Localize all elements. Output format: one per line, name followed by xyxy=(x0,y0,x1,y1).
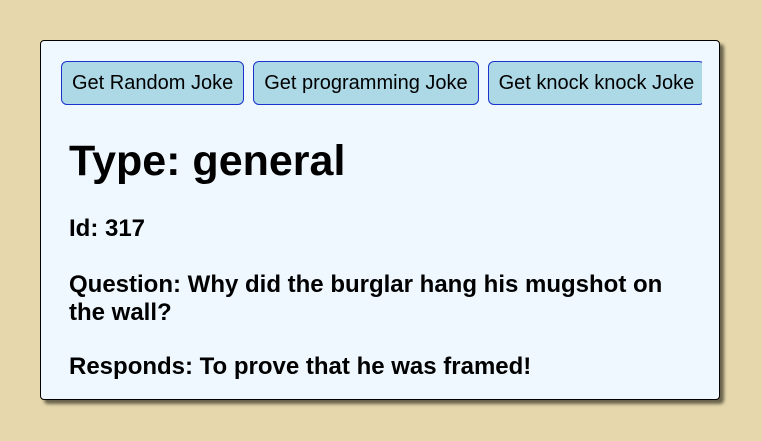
joke-response: Responds: To prove that he was framed! xyxy=(69,353,532,380)
get-programming-joke-button[interactable]: Get programming Joke xyxy=(253,61,479,105)
joke-id: Id: 317 xyxy=(69,215,146,242)
get-random-joke-button[interactable]: Get Random Joke xyxy=(61,61,245,105)
joke-question: Question: Why did the burglar hang his m… xyxy=(69,271,663,326)
joke-card: Get Random Joke Get programming Joke Get k… xyxy=(40,40,720,400)
get-knock-knock-joke-button[interactable]: Get knock knock Joke xyxy=(487,61,702,105)
button-row: Get Random Joke Get programming Joke Get k… xyxy=(61,61,702,105)
joke-type-heading: Type: general xyxy=(69,137,346,185)
